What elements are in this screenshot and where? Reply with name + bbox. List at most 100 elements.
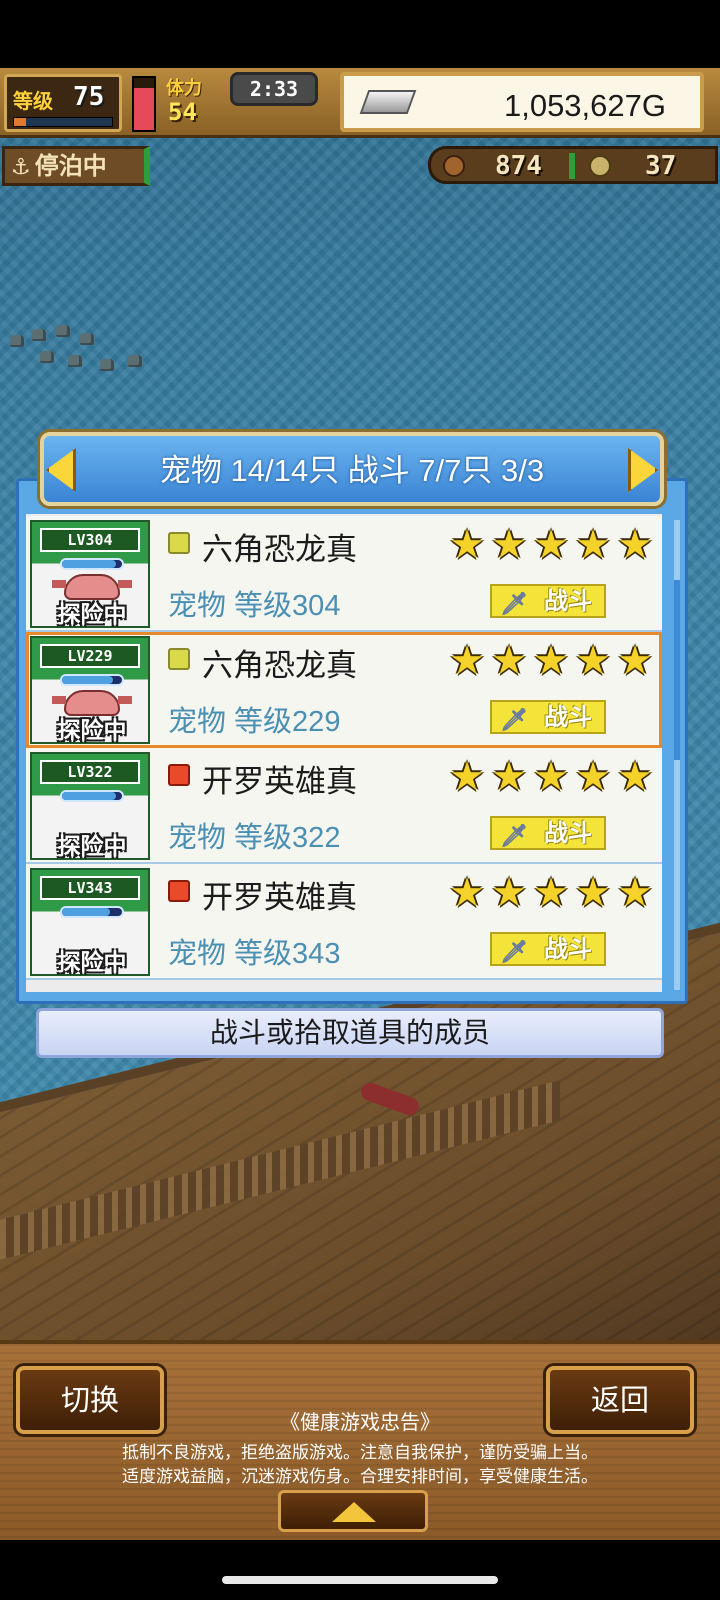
battle-toggle-label: 战斗: [544, 587, 592, 615]
level-label: 等级: [13, 89, 53, 113]
battle-toggle-button[interactable]: 🗡 战斗: [490, 700, 606, 734]
leaf-element-icon: [168, 648, 190, 670]
pet-rating: ★ ★ ★ ★ ★: [448, 522, 654, 568]
health-gauge-fill: [134, 88, 154, 130]
pet-exp-fill: [62, 908, 110, 916]
pet-exp-fill: [62, 560, 116, 568]
pet-rating: ★ ★ ★ ★ ★: [448, 754, 654, 800]
pet-level-subtitle: 宠物 等级229: [168, 706, 341, 738]
star-icon: ★: [491, 870, 527, 916]
pet-list[interactable]: LV304 探险中 六角恐龙真 宠物 等级304 ★ ★ ★ ★ ★ 🗡 战斗 LV229 探险中 六角恐…: [26, 514, 662, 992]
battle-toggle-button[interactable]: 🗡 战斗: [490, 816, 606, 850]
hint-bar: 战斗或拾取道具的成员: [36, 1008, 664, 1058]
axolotl-sprite-icon: [52, 690, 132, 716]
sword-icon: 🗡: [500, 592, 528, 617]
resource-bar: 874 37: [428, 146, 718, 184]
expand-menu-button[interactable]: [278, 1490, 428, 1532]
star-icon: ★: [491, 522, 527, 568]
pet-name: 六角恐龙真: [202, 648, 357, 683]
pet-level-subtitle: 宠物 等级343: [168, 938, 341, 970]
pet-row[interactable]: LV229 探险中 六角恐龙真 宠物 等级229 ★ ★ ★ ★ ★ 🗡 战斗: [26, 632, 662, 748]
top-hud: 等级 75 体力 54 2:33 1,053,627G: [0, 68, 720, 138]
home-indicator[interactable]: [222, 1576, 498, 1584]
pet-level-subtitle: 宠物 等级304: [168, 590, 341, 622]
pet-exp-bar: [60, 558, 124, 570]
anchor-icon: ⚓: [11, 155, 31, 180]
star-icon: ★: [491, 638, 527, 684]
battle-toggle-label: 战斗: [544, 935, 592, 963]
pet-exp-bar: [60, 790, 124, 802]
food-count: 874: [495, 151, 542, 181]
pet-row[interactable]: LV304 探险中 六角恐龙真宠物 等级304 ★ ★ ★ ★ ★ 🗡 战斗: [26, 516, 662, 632]
up-arrow-icon: [332, 1502, 376, 1522]
stamina-value: 54: [168, 98, 197, 126]
pet-rating: ★ ★ ★ ★ ★: [448, 870, 654, 916]
gold-display: 1,053,627G: [340, 72, 704, 132]
pet-level-tag: LV322: [40, 760, 140, 784]
pet-row[interactable]: LV322 探险中 开罗英雄真宠物 等级322 ★ ★ ★ ★ ★ 🗡 战斗: [26, 748, 662, 864]
bottom-bar: 切换 返回 《健康游戏忠告》 抵制不良游戏，拒绝盗版游戏。注意自我保护，谨防受骗…: [0, 1340, 720, 1540]
anchored-status-label: 停泊中: [34, 152, 107, 180]
silver-bar-icon: [359, 90, 417, 114]
xp-bar-fill: [14, 118, 26, 126]
scrollbar-thumb[interactable]: [674, 580, 680, 760]
pet-panel-title: 宠物 14/14只 战斗 7/7只 3/3: [159, 453, 545, 488]
medal-count: 37: [645, 151, 677, 181]
food-icon: [443, 155, 465, 177]
pet-name: 六角恐龙真: [202, 532, 357, 567]
axolotl-sprite-icon: [52, 574, 132, 600]
health-notice-line-2: 适度游戏益脑，沉迷游戏伤身。合理安排时间，享受健康生活。: [122, 1467, 598, 1487]
star-icon: ★: [575, 522, 611, 568]
pet-panel-header: 宠物 14/14只 战斗 7/7只 3/3: [40, 432, 664, 506]
game-clock: 2:33: [230, 72, 318, 106]
player-level-box: 等级 75: [4, 74, 122, 132]
exploring-status-label: 探险中: [57, 602, 127, 628]
pet-name: 开罗英雄真: [202, 764, 357, 799]
fire-element-icon: [168, 764, 190, 786]
anchored-status-badge[interactable]: ⚓ 停泊中: [2, 146, 150, 186]
pet-exp-bar: [60, 906, 124, 918]
pet-level-tag: LV343: [40, 876, 140, 900]
xp-bar: [13, 117, 113, 127]
exploring-status-label: 探险中: [57, 718, 127, 744]
star-icon: ★: [449, 638, 485, 684]
system-nav-area: [0, 1540, 720, 1600]
star-icon: ★: [533, 638, 569, 684]
star-icon: ★: [617, 754, 653, 800]
pet-portrait: LV322 探险中: [30, 752, 150, 860]
level-value: 75: [73, 82, 105, 112]
pet-row[interactable]: LV343 探险中 开罗英雄真 宠物 等级343 ★ ★ ★ ★ ★ 🗡 战斗: [26, 864, 662, 980]
star-icon: ★: [533, 754, 569, 800]
star-icon: ★: [533, 870, 569, 916]
battle-toggle-button[interactable]: 🗡 战斗: [490, 584, 606, 618]
star-icon: ★: [449, 522, 485, 568]
pet-list-scrollbar[interactable]: [674, 520, 680, 990]
reef-rocks: [10, 325, 160, 395]
pet-exp-bar: [60, 674, 124, 686]
pet-portrait: LV343 探险中: [30, 868, 150, 976]
sword-icon: 🗡: [500, 708, 528, 733]
sword-icon: 🗡: [500, 940, 528, 965]
fire-element-icon: [168, 880, 190, 902]
pet-level-tag: LV304: [40, 528, 140, 552]
pet-exp-fill: [62, 792, 116, 800]
pet-portrait: LV304 探险中: [30, 520, 150, 628]
star-icon: ★: [617, 870, 653, 916]
pet-portrait: LV229 探险中: [30, 636, 150, 744]
health-notice-line-1: 抵制不良游戏，拒绝盗版游戏。注意自我保护，谨防受骗上当。: [122, 1443, 598, 1463]
resource-divider: [569, 153, 575, 179]
battle-toggle-label: 战斗: [544, 819, 592, 847]
stamina-label: 体力: [166, 78, 202, 99]
pet-level-tag: LV229: [40, 644, 140, 668]
exploring-status-label: 探险中: [57, 950, 127, 976]
star-icon: ★: [617, 638, 653, 684]
star-icon: ★: [491, 754, 527, 800]
exploring-status-label: 探险中: [57, 834, 127, 860]
pet-exp-fill: [62, 676, 113, 684]
health-notice-title: 《健康游戏忠告》: [280, 1410, 440, 1434]
sword-icon: 🗡: [500, 824, 528, 849]
battle-toggle-button[interactable]: 🗡 战斗: [490, 932, 606, 966]
leaf-element-icon: [168, 532, 190, 554]
star-icon: ★: [533, 522, 569, 568]
pet-level-subtitle: 宠物 等级322: [168, 822, 341, 854]
